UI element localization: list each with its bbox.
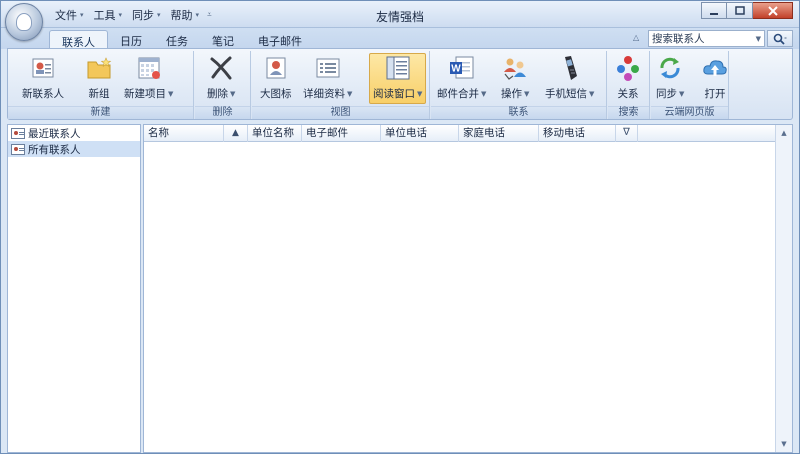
people-phone-icon — [501, 54, 529, 82]
column-spacer — [638, 125, 776, 142]
new-contact-button[interactable]: 新联系人 — [22, 54, 64, 101]
menu-tools[interactable]: 工具 ▾ — [90, 6, 127, 24]
menu-bar: 文件 ▾ 工具 ▾ 同步 ▾ 帮助 ▾ ⩡ — [51, 6, 212, 24]
contact-card-icon — [29, 54, 57, 82]
sort-ascending-icon[interactable]: ▲ — [224, 125, 248, 142]
chevron-down-icon: ▾ — [118, 11, 123, 19]
ribbon-group-search: 关系 搜索 — [608, 51, 650, 119]
sms-button[interactable]: 手机短信 ▼ — [545, 54, 594, 101]
ribbon-group-contact: W 邮件合并 ▼ 操作 ▼ 手机短信 ▼ 联系 — [431, 51, 607, 119]
ribbon-group-delete: 删除 ▼ 删除 — [195, 51, 251, 119]
delete-button[interactable]: 删除 ▼ — [207, 54, 235, 101]
sync-arrows-icon — [656, 54, 684, 82]
reading-pane-button[interactable]: 阅读窗口 ▼ — [369, 53, 427, 104]
column-name[interactable]: 名称 — [144, 125, 224, 142]
column-header-row: 名称 ▲ 单位名称 电子邮件 单位电话 家庭电话 移动电话 ∇ — [144, 125, 776, 142]
scroll-down-icon[interactable]: ▼ — [776, 436, 792, 452]
mobile-phone-icon — [556, 54, 584, 82]
maximize-button[interactable] — [727, 2, 753, 19]
actions-button[interactable]: 操作 ▼ — [501, 54, 529, 101]
app-window: 文件 ▾ 工具 ▾ 同步 ▾ 帮助 ▾ ⩡ 友情强档 联系人 日历 任务 笔记 电子邮件 — [0, 0, 800, 454]
ribbon-group-view: 大图标 详细资料 ▼ 阅读窗口 ▼ 视图 — [252, 51, 430, 119]
contact-photo-icon — [262, 54, 290, 82]
relation-dots-icon — [614, 54, 642, 82]
menu-sync[interactable]: 同步 ▾ — [128, 6, 165, 24]
new-group-button[interactable]: 新组 — [85, 54, 113, 101]
minimize-button[interactable] — [701, 2, 727, 19]
maximize-icon — [734, 5, 745, 15]
mail-merge-button[interactable]: W 邮件合并 ▼ — [437, 54, 486, 101]
column-email[interactable]: 电子邮件 — [302, 125, 381, 142]
search-button[interactable] — [767, 30, 793, 47]
chevron-down-icon: ▼ — [679, 89, 685, 98]
contact-card-icon — [11, 127, 25, 139]
scroll-up-icon[interactable]: ▲ — [776, 125, 792, 141]
contact-list: 名称 ▲ 单位名称 电子邮件 单位电话 家庭电话 移动电话 ∇ ▲ ▼ — [143, 124, 793, 453]
chevron-down-icon: ▼ — [417, 89, 423, 98]
svg-text:W: W — [451, 64, 461, 75]
filter-icon[interactable]: ∇ — [616, 125, 638, 142]
ribbon: 新联系人 新组 新建项目 ▼ 新建 删除 ▼ 删除 大图标 详细资料 ▼ 阅读窗… — [7, 48, 793, 120]
chevron-down-icon: ▾ — [80, 11, 84, 19]
menu-file[interactable]: 文件 ▾ — [51, 6, 88, 24]
app-orb-button[interactable] — [5, 3, 43, 41]
title-bar: 文件 ▾ 工具 ▾ 同步 ▾ 帮助 ▾ ⩡ 友情强档 — [1, 1, 799, 41]
new-item-button[interactable]: 新建项目 ▼ — [124, 54, 173, 101]
menu-help[interactable]: 帮助 ▾ — [167, 6, 204, 24]
group-label-view: 视图 — [252, 106, 429, 119]
group-label-search: 搜索 — [608, 106, 649, 119]
search-input[interactable]: 搜索联系人 ▼ — [648, 30, 765, 47]
nav-item-all-contacts[interactable]: 所有联系人 — [8, 141, 140, 157]
details-button[interactable]: 详细资料 ▼ — [303, 54, 352, 101]
customize-quick-access-icon[interactable]: ⩡ — [207, 10, 212, 20]
folder-star-icon — [85, 54, 113, 82]
ribbon-group-new: 新联系人 新组 新建项目 ▼ 新建 — [8, 51, 194, 119]
close-button[interactable] — [753, 2, 793, 19]
word-document-icon: W — [448, 54, 476, 82]
column-work-phone[interactable]: 单位电话 — [381, 125, 459, 142]
chevron-down-icon: ▾ — [195, 11, 200, 19]
minimize-icon — [710, 12, 718, 15]
chevron-down-icon: ▼ — [524, 89, 530, 98]
calendar-grid-icon — [135, 54, 163, 82]
reading-pane-icon — [384, 54, 412, 82]
column-home-phone[interactable]: 家庭电话 — [459, 125, 539, 142]
contact-card-icon — [11, 143, 25, 155]
window-controls — [701, 2, 793, 19]
details-list-icon — [314, 54, 342, 82]
close-icon — [767, 5, 778, 16]
group-label-contact: 联系 — [431, 106, 606, 119]
chevron-down-icon: ▼ — [230, 89, 236, 98]
sync-button[interactable]: 同步 ▼ — [656, 54, 684, 101]
ribbon-collapse-icon[interactable]: △ — [633, 33, 639, 42]
group-label-new: 新建 — [8, 106, 193, 119]
chevron-down-icon: ▼ — [589, 89, 595, 98]
vertical-scrollbar[interactable]: ▲ ▼ — [775, 125, 792, 452]
ribbon-group-cloud: 同步 ▼ 打开 云端网页版 — [651, 51, 729, 119]
chevron-down-icon[interactable]: ▼ — [756, 35, 761, 43]
column-mobile-phone[interactable]: 移动电话 — [539, 125, 616, 142]
ribbon-tab-row: 联系人 日历 任务 笔记 电子邮件 △ 搜索联系人 ▼ — [1, 28, 799, 52]
cloud-upload-icon — [701, 54, 729, 82]
chevron-down-icon: ▼ — [347, 89, 353, 98]
chevron-down-icon: ▼ — [168, 89, 174, 98]
search-icon — [773, 33, 787, 45]
nav-item-recent-contacts[interactable]: 最近联系人 — [8, 125, 140, 141]
large-icons-button[interactable]: 大图标 — [260, 54, 292, 101]
chevron-down-icon: ▼ — [481, 89, 487, 98]
relation-button[interactable]: 关系 — [614, 54, 642, 101]
chevron-down-icon: ▾ — [157, 11, 161, 19]
folder-nav-pane: 最近联系人 所有联系人 — [7, 124, 141, 453]
open-button[interactable]: 打开 — [701, 54, 729, 101]
group-label-delete: 删除 — [195, 106, 250, 119]
app-logo-icon — [16, 13, 32, 31]
column-company[interactable]: 单位名称 — [248, 125, 302, 142]
delete-x-icon — [207, 54, 235, 82]
group-label-cloud: 云端网页版 — [651, 106, 728, 119]
